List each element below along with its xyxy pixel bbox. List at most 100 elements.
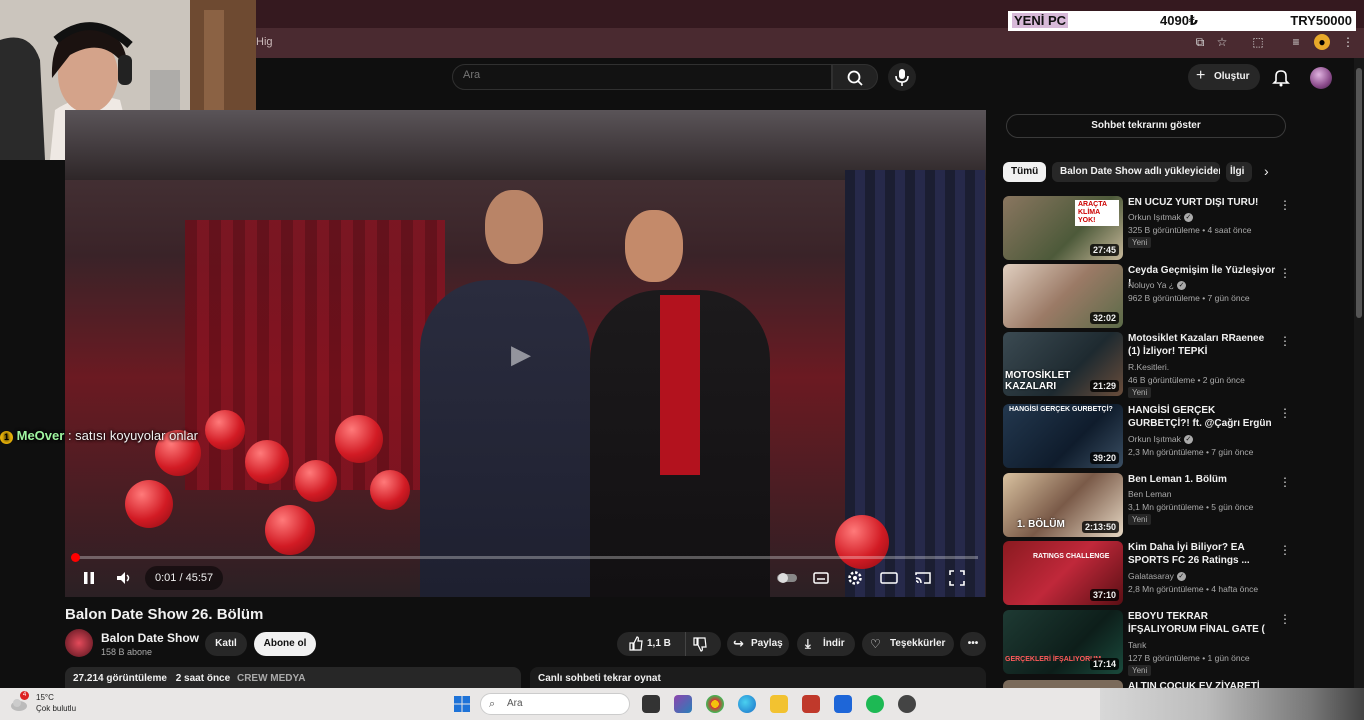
profile-icon[interactable]: ● [1314, 34, 1330, 50]
autoplay-toggle[interactable] [775, 568, 799, 588]
messaging-app-icon[interactable] [834, 695, 852, 713]
cast-button[interactable] [913, 568, 933, 588]
more-vertical-icon[interactable]: ⋮ [1279, 612, 1291, 626]
recommendation-title[interactable]: EN UCUZ YURT DIŞI TURU! [1128, 196, 1276, 209]
scrollbar-thumb[interactable] [1356, 68, 1362, 318]
download-button[interactable]: ⤓ İndir [797, 632, 855, 656]
address-text[interactable]: Hig [256, 36, 273, 48]
download-label: İndir [823, 638, 845, 649]
thumbs-up-icon [629, 636, 643, 651]
search-box[interactable] [452, 64, 832, 90]
dislike-button[interactable] [691, 632, 707, 666]
more-actions-button[interactable]: ••• [960, 632, 986, 656]
description-box[interactable]: 27.214 görüntüleme 2 saat önce CREW MEDY… [65, 667, 521, 689]
video-player[interactable]: ▶ 0:01 / 45:57 [65, 110, 986, 597]
recommendation-item[interactable]: ALTIN ÇOCUK EV ZİYARETİ [1003, 680, 1343, 688]
recommendation-thumbnail[interactable]: RATINGS CHALLENGE 37:10 [1003, 541, 1123, 605]
show-chat-replay-button[interactable]: Sohbet tekrarını göster [1006, 114, 1286, 138]
browser-menu-icon[interactable]: ⋮ [1340, 34, 1356, 50]
recommendation-thumbnail[interactable]: 1. BÖLÜM 2:13:50 [1003, 473, 1123, 537]
recommendation-item[interactable]: GERÇEKLERİ İFŞALIYORUM 17:14 EBOYU TEKRA… [1003, 610, 1343, 676]
join-button[interactable]: Katıl [205, 632, 247, 656]
subscribe-button[interactable]: Abone ol [254, 632, 316, 656]
progress-scrubber[interactable] [71, 553, 80, 562]
notifications-button[interactable] [1270, 66, 1292, 88]
recommendation-thumbnail[interactable]: HANGİSİ GERÇEK GURBETÇİ? 39:20 [1003, 404, 1123, 468]
hashtag-link[interactable]: CREW MEDYA [237, 673, 306, 684]
spotify-icon[interactable] [866, 695, 884, 713]
weather-widget[interactable]: 4 [10, 691, 29, 712]
balloon [245, 440, 289, 484]
recommendation-title[interactable]: ALTIN ÇOCUK EV ZİYARETİ [1128, 680, 1276, 688]
search-input[interactable] [463, 69, 823, 81]
recommendation-thumbnail[interactable]: GERÇEKLERİ İFŞALIYORUM 17:14 [1003, 610, 1123, 674]
extensions-icon[interactable]: ⬚ [1250, 34, 1266, 50]
recommendation-item[interactable]: 1. BÖLÜM 2:13:50 Ben Leman 1. Bölüm Ben … [1003, 473, 1343, 537]
recommendation-thumbnail[interactable]: MOTOSİKLET KAZALARI 21:29 [1003, 332, 1123, 396]
channel-avatar[interactable] [65, 629, 93, 657]
obs-icon[interactable] [898, 695, 916, 713]
channel-name[interactable]: Balon Date Show [101, 631, 199, 645]
file-explorer-icon[interactable] [770, 695, 788, 713]
recommendation-item[interactable]: 32:02 Ceyda Geçmişim İle Yüzleşiyor ! No… [1003, 264, 1343, 328]
search-button[interactable] [832, 64, 878, 90]
edge-icon[interactable] [738, 695, 756, 713]
account-avatar[interactable] [1310, 67, 1332, 89]
task-view-icon[interactable] [642, 695, 660, 713]
recommendation-thumbnail[interactable]: 32:02 [1003, 264, 1123, 328]
recommendation-title[interactable]: Motosiklet Kazaları RRaenee (1) İzliyor!… [1128, 332, 1276, 358]
recommendation-item[interactable]: HANGİSİ GERÇEK GURBETÇİ? 39:20 HANGİSİ G… [1003, 404, 1343, 468]
recommendation-title[interactable]: HANGİSİ GERÇEK GURBETÇİ?! ft. @Çağrı Erg… [1128, 404, 1276, 430]
settings-button[interactable] [845, 568, 865, 588]
fullscreen-button[interactable] [947, 568, 967, 588]
theater-mode-button[interactable] [879, 568, 899, 588]
chips-next-chevron-icon[interactable]: › [1264, 163, 1269, 179]
like-button[interactable] [627, 632, 643, 666]
share-button[interactable]: ↪ Paylaş [727, 632, 789, 656]
more-vertical-icon[interactable]: ⋮ [1279, 198, 1291, 212]
start-button[interactable] [454, 696, 470, 712]
recommendation-thumbnail[interactable]: ARAÇTA KLİMA YOK! 27:45 [1003, 196, 1123, 260]
subtitles-button[interactable] [811, 568, 831, 588]
bookmark-star-icon[interactable]: ☆ [1214, 34, 1230, 50]
chrome-icon[interactable] [706, 695, 724, 713]
taskbar-search-placeholder: Ara [507, 698, 523, 709]
volume-button[interactable] [113, 568, 133, 588]
address-bar[interactable]: Hig ⧉ ☆ ⬚ ≡ ● ⋮ [256, 28, 1364, 58]
thanks-button[interactable]: ♡ Teşekkürler [862, 632, 954, 656]
chat-replay-box[interactable]: Canlı sohbeti tekrar oynat [530, 667, 986, 689]
more-vertical-icon[interactable]: ⋮ [1279, 475, 1291, 489]
more-vertical-icon[interactable]: ⋮ [1279, 334, 1291, 348]
recommendation-title[interactable]: Kim Daha İyi Biliyor? EA SPORTS FC 26 Ra… [1128, 541, 1276, 567]
recommendation-title[interactable]: EBOYU TEKRAR İFŞALIYORUM FİNAL GATE ( Sİ… [1128, 610, 1276, 636]
more-vertical-icon[interactable]: ⋮ [1279, 543, 1291, 557]
install-app-icon[interactable]: ⧉ [1192, 34, 1208, 50]
voice-search-button[interactable] [888, 63, 916, 91]
page-scrollbar[interactable] [1354, 58, 1364, 688]
widgets-app-icon[interactable] [674, 695, 692, 713]
duration-badge: 32:02 [1089, 312, 1119, 324]
recommendation-item[interactable]: ARAÇTA KLİMA YOK! 27:45 EN UCUZ YURT DIŞ… [1003, 196, 1343, 260]
plus-icon: + [1196, 67, 1206, 84]
more-vertical-icon[interactable]: ⋮ [1279, 266, 1291, 280]
progress-bar[interactable] [71, 553, 978, 562]
recommendation-item[interactable]: RATINGS CHALLENGE 37:10 Kim Daha İyi Bil… [1003, 541, 1343, 605]
media-control-icon[interactable]: ≡ [1288, 34, 1304, 50]
chip-related[interactable]: İlgi [1226, 162, 1252, 182]
like-count[interactable]: 1,1 B [647, 632, 671, 656]
app-icon[interactable] [802, 695, 820, 713]
recommendation-item[interactable]: MOTOSİKLET KAZALARI 21:29 Motosiklet Kaz… [1003, 332, 1343, 398]
chip-from-uploader[interactable]: Balon Date Show adlı yükleyiciden [1052, 162, 1220, 182]
create-button[interactable]: + Oluştur [1188, 64, 1260, 90]
chip-all[interactable]: Tümü [1003, 162, 1046, 182]
more-vertical-icon[interactable]: ⋮ [1279, 406, 1291, 420]
recommendation-title[interactable]: Ben Leman 1. Bölüm [1128, 473, 1276, 486]
subtitles-icon [813, 572, 829, 584]
thumbs-down-icon [693, 637, 707, 652]
thumbnail-text: MOTOSİKLET KAZALARI [1005, 370, 1071, 392]
thumbnail-text: GERÇEKLERİ İFŞALIYORUM [1005, 656, 1102, 663]
taskbar-search[interactable]: ⌕ Ara [480, 693, 630, 715]
pause-button[interactable] [79, 568, 99, 588]
video-person-left-head [485, 190, 543, 264]
recommendation-thumbnail[interactable] [1003, 680, 1123, 688]
